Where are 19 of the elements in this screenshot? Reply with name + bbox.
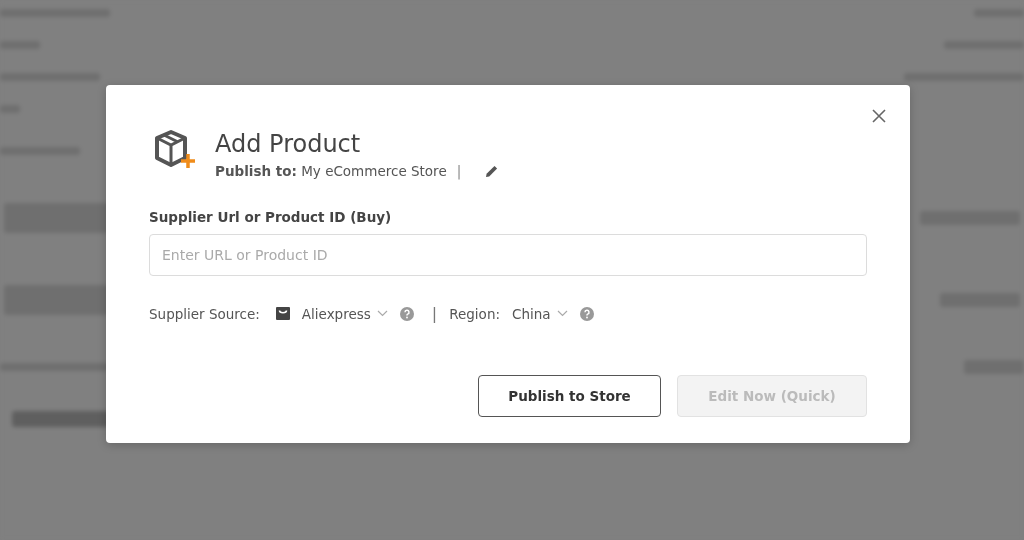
edit-pencil-icon[interactable] <box>485 164 500 178</box>
region-dropdown[interactable]: China <box>512 305 568 322</box>
close-icon[interactable] <box>870 107 888 125</box>
dialog-title: Add Product <box>215 129 362 159</box>
supplier-source-label: Supplier Source: <box>149 305 260 322</box>
box-plus-icon <box>154 129 198 171</box>
help-icon[interactable] <box>579 306 594 321</box>
shopping-bag-icon <box>275 307 290 320</box>
publish-to-text: Publish to: My eCommerce Store <box>215 163 447 179</box>
separator-text: | <box>456 163 462 179</box>
url-input-field[interactable]: Enter URL or Product ID <box>149 234 867 276</box>
separator-text: | <box>431 304 438 323</box>
supplier-source-dropdown[interactable]: Aliexpress <box>301 305 388 322</box>
chevron-down-icon <box>376 310 388 317</box>
url-field-label: Supplier Url or Product ID (Buy) <box>149 209 393 225</box>
help-icon[interactable] <box>399 306 414 321</box>
publish-button[interactable]: Publish to Store <box>478 375 661 417</box>
chevron-down-icon <box>556 310 568 317</box>
region-label: Region: <box>449 305 500 322</box>
